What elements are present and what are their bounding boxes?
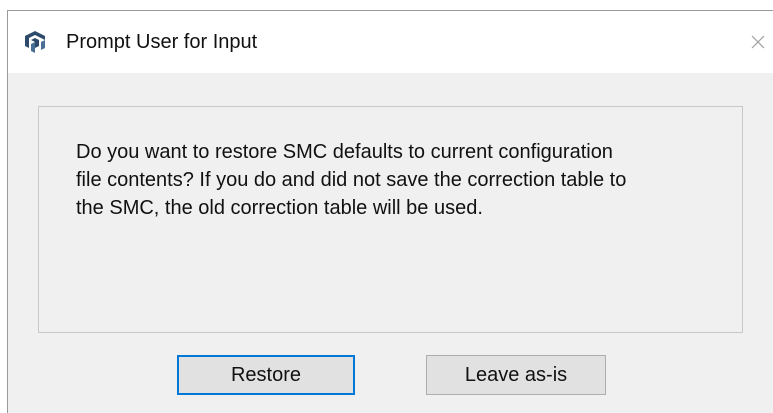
- app-cube-icon: [25, 31, 45, 53]
- leave-as-is-button[interactable]: Leave as-is: [426, 355, 606, 395]
- prompt-dialog: Prompt User for Input Do you want to res…: [7, 10, 773, 413]
- message-text: Do you want to restore SMC defaults to c…: [76, 141, 627, 219]
- title-bar[interactable]: Prompt User for Input: [8, 11, 773, 73]
- close-button[interactable]: [743, 25, 773, 59]
- close-icon: [751, 35, 765, 49]
- window-title: Prompt User for Input: [66, 31, 258, 53]
- message-panel: Do you want to restore SMC defaults to c…: [38, 106, 743, 333]
- screen: Prompt User for Input Do you want to res…: [0, 0, 773, 413]
- restore-button[interactable]: Restore: [177, 355, 355, 395]
